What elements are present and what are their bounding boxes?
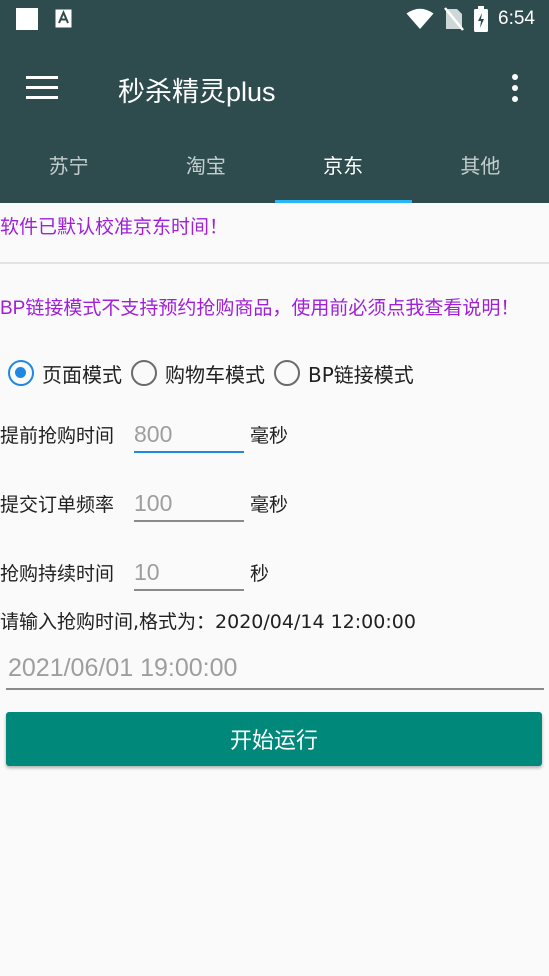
radio-checked-icon[interactable]: [8, 360, 34, 386]
order-frequency-label: 提交订单频率: [0, 494, 115, 516]
rush-time-input[interactable]: [6, 648, 544, 690]
more-options-icon[interactable]: [505, 72, 525, 106]
radio-page-mode[interactable]: 页面模式: [8, 359, 122, 388]
radio-label: 页面模式: [42, 362, 122, 387]
calibration-notice: 软件已默认校准京东时间！: [0, 217, 229, 238]
status-bar: 6:54: [0, 0, 549, 38]
start-button[interactable]: 开始运行: [6, 712, 542, 766]
battery-charging-icon: [474, 6, 489, 32]
tab-taobao[interactable]: 淘宝: [137, 140, 274, 203]
clock: 6:54: [498, 8, 535, 29]
radio-bp-link-mode[interactable]: BP链接模式: [274, 359, 414, 388]
tab-other[interactable]: 其他: [412, 140, 549, 203]
divider: [0, 262, 549, 264]
radio-cart-mode[interactable]: 购物车模式: [131, 359, 265, 388]
radio-label: BP链接模式: [308, 362, 414, 387]
font-notification-icon: [55, 9, 72, 28]
radio-unchecked-icon[interactable]: [274, 360, 300, 386]
status-icons: 6:54: [406, 5, 535, 33]
wifi-icon: [406, 8, 434, 29]
tab-jingdong[interactable]: 京东: [274, 140, 413, 203]
order-frequency-input[interactable]: [134, 486, 244, 522]
order-frequency-unit: 毫秒: [250, 494, 289, 516]
menu-icon[interactable]: [26, 76, 58, 100]
radio-unchecked-icon[interactable]: [131, 360, 157, 386]
mode-radio-group: 页面模式 购物车模式 BP链接模式: [8, 356, 423, 390]
time-format-hint: 请输入抢购时间,格式为：2020/04/14 12:00:00: [0, 611, 416, 633]
app-bar: 秒杀精灵plus 苏宁 淘宝 京东 其他: [0, 38, 549, 203]
duration-label: 抢购持续时间: [0, 563, 115, 585]
notification-square-icon: [16, 8, 38, 30]
advance-time-input[interactable]: [134, 417, 244, 453]
tab-suning[interactable]: 苏宁: [0, 140, 137, 203]
duration-input[interactable]: [134, 555, 244, 591]
radio-label: 购物车模式: [165, 362, 265, 387]
advance-time-label: 提前抢购时间: [0, 425, 115, 447]
advance-time-unit: 毫秒: [250, 425, 289, 447]
duration-unit: 秒: [250, 563, 270, 585]
app-title: 秒杀精灵plus: [118, 77, 276, 107]
tab-bar: 苏宁 淘宝 京东 其他: [0, 140, 549, 203]
no-sim-icon: [444, 7, 464, 31]
bp-mode-warning-link[interactable]: BP链接模式不支持预约抢购商品，使用前必须点我查看说明！: [0, 295, 545, 323]
